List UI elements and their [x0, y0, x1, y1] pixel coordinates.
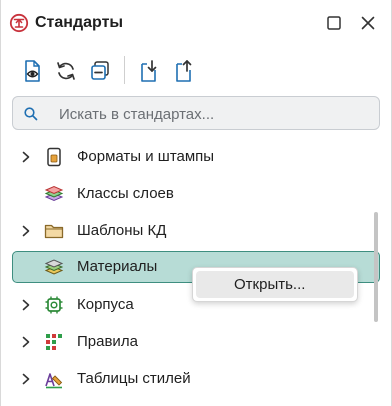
search-input[interactable]: [57, 97, 361, 131]
folder-icon: [44, 221, 64, 241]
panel-header: Стандарты: [1, 0, 391, 46]
context-menu: Открыть...: [192, 267, 358, 302]
chevron-right-icon[interactable]: [20, 150, 32, 164]
chevron-right-icon[interactable]: [20, 224, 32, 238]
tree-item-kd-templates[interactable]: Шаблоны КД: [12, 215, 380, 247]
collapse-all-icon[interactable]: [87, 58, 113, 84]
chevron-right-icon[interactable]: [20, 335, 32, 349]
tree-item-label: Правила: [77, 333, 138, 350]
search-icon: [23, 106, 39, 122]
panel-title: Стандарты: [35, 14, 124, 31]
standards-panel: Стандарты Искать в стандартах... Форматы…: [0, 0, 392, 406]
document-format-icon: [44, 147, 64, 167]
style-table-icon: [44, 369, 64, 389]
search-box[interactable]: [12, 96, 380, 131]
tree-item-label: Шаблоны КД: [77, 222, 167, 239]
standards-icon: [9, 13, 29, 33]
tree-item-label: Материалы: [77, 258, 158, 275]
tree-item-rules[interactable]: Правила: [12, 326, 380, 358]
tree-scrollbar[interactable]: [374, 212, 378, 322]
chevron-right-icon[interactable]: [20, 298, 32, 312]
materials-icon: [44, 257, 64, 277]
menu-item-open[interactable]: Открыть...: [196, 271, 354, 298]
tree-item-label: Таблицы стилей: [77, 370, 191, 387]
chip-package-icon: [44, 295, 64, 315]
refresh-icon[interactable]: [53, 58, 79, 84]
maximize-icon[interactable]: [324, 13, 344, 33]
tree-item-label: Классы слоев: [77, 185, 174, 202]
menu-item-label: Открыть...: [234, 276, 306, 293]
toolbar-divider: [124, 56, 125, 84]
export-document-icon[interactable]: [171, 58, 197, 84]
tree-item-layer-classes[interactable]: Классы слоев: [12, 178, 380, 210]
layers-icon: [44, 184, 64, 204]
tree-item-style-tables[interactable]: Таблицы стилей: [12, 363, 380, 395]
import-document-icon[interactable]: [136, 58, 162, 84]
tree-item-label: Форматы и штампы: [77, 148, 215, 165]
rules-grid-icon: [44, 332, 64, 352]
toolbar: [1, 54, 391, 86]
document-view-icon[interactable]: [19, 58, 45, 84]
tree-item-formats[interactable]: Форматы и штампы: [12, 141, 380, 173]
chevron-right-icon[interactable]: [20, 372, 32, 386]
close-icon[interactable]: [358, 13, 378, 33]
tree-item-label: Корпуса: [77, 296, 134, 313]
